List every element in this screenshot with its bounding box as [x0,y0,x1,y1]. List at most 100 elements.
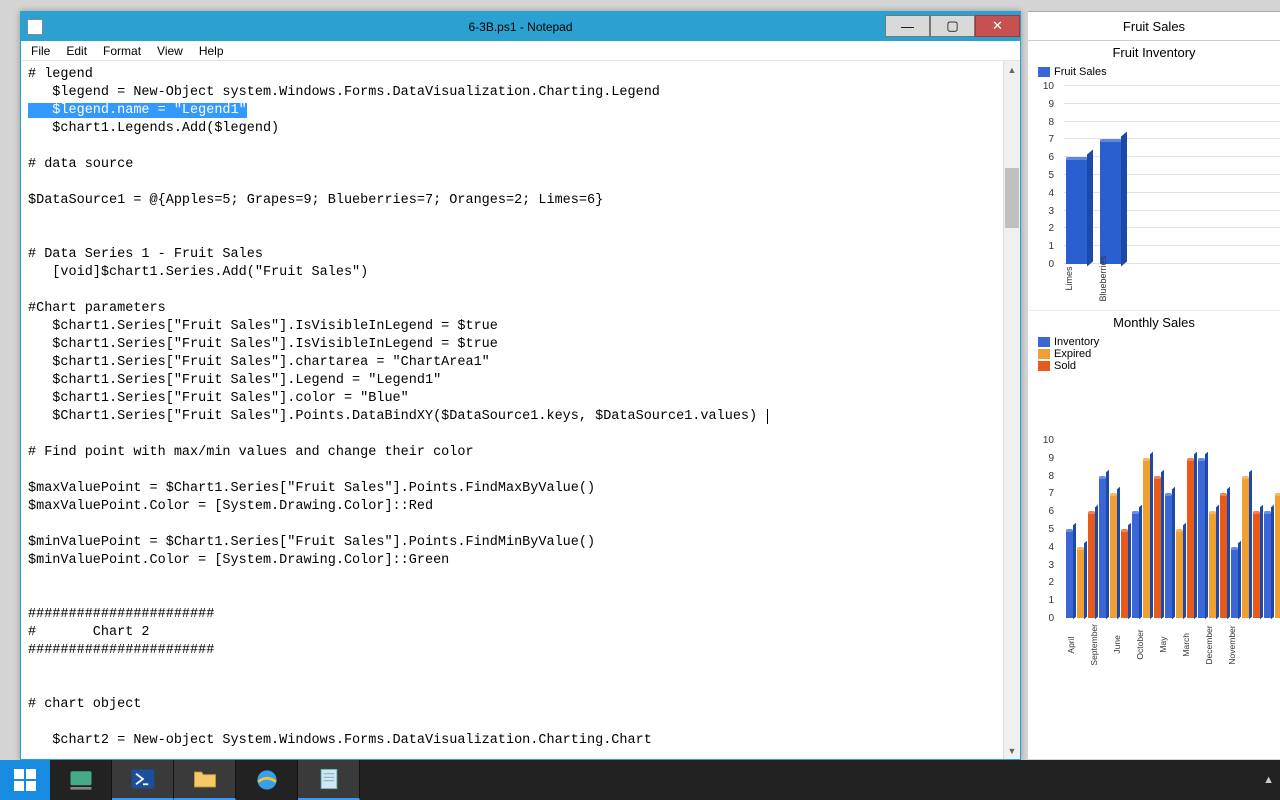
selected-text: $legend.name = "Legend1" [28,103,247,118]
code-line: #Chart parameters [28,301,166,316]
legend-swatch [1038,361,1050,371]
bar [1154,476,1161,618]
scroll-thumb[interactable] [1005,168,1019,228]
code-line: $chart1.Series["Fruit Sales"].IsVisibleI… [28,319,498,334]
legend-label: Expired [1054,348,1091,360]
folder-icon [191,765,219,793]
y-tick: 10 [1043,435,1054,446]
bar [1231,547,1238,618]
code-line: # legend [28,67,93,82]
y-tick: 5 [1048,170,1054,181]
chart1-bars [1066,139,1122,264]
code-line: [void]$chart1.Series.Add("Fruit Sales") [28,265,368,280]
legend-swatch [1038,349,1050,359]
bar [1088,511,1095,618]
code-line: $chart1.Series["Fruit Sales"].color = "B… [28,391,409,406]
taskbar-server-manager[interactable] [50,760,112,800]
y-tick: 7 [1048,488,1054,499]
y-tick: 3 [1048,560,1054,571]
bar [1165,493,1172,618]
menu-edit[interactable]: Edit [58,42,95,60]
titlebar[interactable]: 6-3B.ps1 - Notepad — ▢ ✕ [21,12,1020,41]
bar [1253,511,1260,618]
code-line: # chart object [28,697,141,712]
code-line: # Data Series 1 - Fruit Sales [28,247,263,262]
bar [1187,458,1194,618]
bar [1176,529,1183,618]
x-label: May [1158,624,1176,666]
chart2-legend: InventoryExpiredSold [1038,336,1274,372]
notepad-window: 6-3B.ps1 - Notepad — ▢ ✕ File Edit Forma… [20,11,1021,760]
vertical-scrollbar[interactable]: ▲ ▼ [1003,61,1020,759]
y-tick: 6 [1048,506,1054,517]
code-line: $maxValuePoint.Color = [System.Drawing.C… [28,499,433,514]
scroll-down-button[interactable]: ▼ [1004,742,1020,759]
bar [1143,458,1150,618]
code-line: $maxValuePoint = $Chart1.Series["Fruit S… [28,481,595,496]
chart1-title: Fruit Inventory [1034,45,1274,60]
taskbar-explorer[interactable] [174,760,236,800]
menubar: File Edit Format View Help [21,41,1020,61]
x-label: June [1112,624,1130,666]
code-line: $minValuePoint = $Chart1.Series["Fruit S… [28,535,595,550]
code-line: # Chart 2 [28,625,150,640]
bar [1100,139,1122,264]
bar [1077,547,1084,618]
code-line: $chart1.Series["Fruit Sales"].Legend = "… [28,373,441,388]
y-tick: 6 [1048,152,1054,163]
chart1-plot: 012345678910 LimesBlueberries [1034,82,1274,302]
x-label: November [1227,624,1245,666]
y-tick: 8 [1048,471,1054,482]
bar [1242,476,1249,618]
minimize-button[interactable]: — [885,15,930,37]
chart2-plot: 012345678910 AprilSeptemberJuneOctoberMa… [1034,376,1274,666]
x-label: March [1181,624,1199,666]
y-tick: 1 [1048,595,1054,606]
y-tick: 4 [1048,188,1054,199]
y-tick: 0 [1048,259,1054,270]
legend-swatch [1038,337,1050,347]
menu-help[interactable]: Help [191,42,232,60]
text-editor[interactable]: # legend $legend = New-Object system.Win… [21,61,1003,759]
taskbar-notepad[interactable] [298,760,360,800]
chart2-bars [1066,458,1280,618]
scroll-track[interactable] [1004,78,1020,742]
code-line: # data source [28,157,133,172]
menu-view[interactable]: View [149,42,191,60]
chart2-x-labels: AprilSeptemberJuneOctoberMayMarchDecembe… [1066,624,1245,666]
ie-icon [253,766,281,794]
chart-window: Fruit Sales Fruit Inventory Fruit Sales … [1028,11,1280,759]
server-icon [67,766,95,794]
chart-monthly-sales: Monthly Sales InventoryExpiredSold 01234… [1028,310,1280,600]
system-tray[interactable]: ▲ [1257,760,1280,800]
maximize-button[interactable]: ▢ [930,15,975,37]
tray-chevron-up-icon[interactable]: ▲ [1263,774,1274,786]
legend-item: Inventory [1038,336,1274,348]
taskbar-ie[interactable] [236,760,298,800]
close-button[interactable]: ✕ [975,15,1020,37]
scroll-up-button[interactable]: ▲ [1004,61,1020,78]
x-label: Blueberries [1098,256,1120,302]
y-tick: 1 [1048,241,1054,252]
y-tick: 9 [1048,99,1054,110]
bar [1132,511,1139,618]
code-line: ####################### [28,643,214,658]
y-tick: 7 [1048,134,1054,145]
taskbar-powershell[interactable] [112,760,174,800]
y-tick: 4 [1048,542,1054,553]
taskbar: ▲ [0,760,1280,800]
legend-item: Expired [1038,348,1274,360]
notepad-icon [315,765,343,793]
start-button[interactable] [0,760,50,800]
x-label: October [1135,624,1153,666]
legend-label: Fruit Sales [1054,66,1107,78]
legend-swatch [1038,67,1050,77]
menu-format[interactable]: Format [95,42,149,60]
code-line: $Chart1.Series["Fruit Sales"].Points.Dat… [28,409,757,424]
bar [1121,529,1128,618]
menu-file[interactable]: File [23,42,58,60]
chart1-legend: Fruit Sales [1038,66,1274,78]
code-line: $chart1.Series["Fruit Sales"].chartarea … [28,355,490,370]
chart-window-title: Fruit Sales [1028,12,1280,41]
windows-icon [13,768,37,792]
